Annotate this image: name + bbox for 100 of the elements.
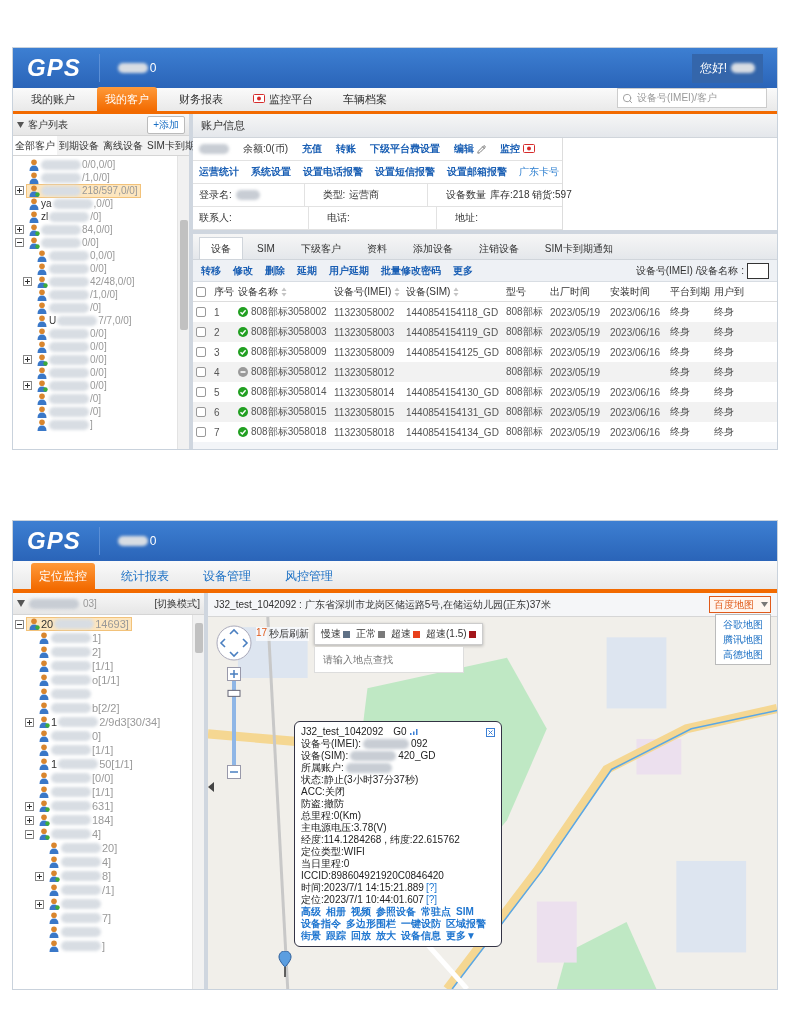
tree-node[interactable]: 218/597,0/0] bbox=[26, 183, 141, 198]
table-row[interactable]: 6 808部标3058015 11323058015 1440854154131_GD 808部标 2023/05/19 2023/06/16 终身 终身 bbox=[193, 402, 777, 422]
nav-tab[interactable]: 设备管理 bbox=[195, 563, 259, 589]
popup-action-link[interactable]: 区域报警 bbox=[446, 918, 486, 930]
nav-tab[interactable]: 统计报表 bbox=[113, 563, 177, 589]
collapse-icon[interactable] bbox=[15, 238, 24, 247]
tree-node[interactable]: 0/0] bbox=[34, 326, 110, 341]
popup-action-link[interactable]: 回放 bbox=[351, 930, 371, 942]
expand-icon[interactable] bbox=[15, 225, 24, 234]
action-link[interactable]: 更多 bbox=[453, 263, 473, 278]
action-link[interactable]: 转移 bbox=[201, 263, 221, 278]
checkbox[interactable] bbox=[196, 347, 206, 357]
tree-node[interactable]: [1/1] bbox=[36, 659, 117, 673]
expand-icon[interactable] bbox=[23, 355, 32, 364]
tree-node[interactable]: 1 50[1/1] bbox=[36, 757, 136, 771]
device-tab[interactable]: 下级客户 bbox=[288, 237, 353, 259]
settings-link[interactable]: 系统设置 bbox=[251, 165, 291, 179]
filter-tab[interactable]: 到期设备 bbox=[57, 136, 101, 155]
expand-icon[interactable] bbox=[25, 815, 34, 825]
popup-action-link[interactable]: 相册 bbox=[326, 906, 346, 918]
device-tab[interactable]: SIM bbox=[245, 237, 287, 259]
menu-item[interactable]: 高德地图 bbox=[716, 647, 770, 662]
nav-tab[interactable]: 定位监控 bbox=[31, 563, 95, 589]
tree-node[interactable]: 84,0/0] bbox=[26, 222, 116, 237]
tree-node[interactable]: b[2/2] bbox=[36, 701, 123, 715]
expand-icon[interactable] bbox=[35, 871, 44, 881]
map-marker-icon[interactable] bbox=[278, 951, 292, 977]
tree-node[interactable]: zl /0] bbox=[26, 209, 105, 224]
tree-node[interactable]: 4] bbox=[46, 855, 115, 869]
checkbox[interactable] bbox=[196, 407, 206, 417]
nav-tab[interactable]: 监控平台 bbox=[245, 87, 321, 111]
action-link[interactable]: 批量修改密码 bbox=[381, 263, 441, 278]
table-row[interactable]: 3 808部标3058009 11323058009 1440854154125_GD 808部标 2023/05/19 2023/06/16 终身 终身 bbox=[193, 342, 777, 362]
tree-node[interactable]: 7] bbox=[46, 911, 115, 925]
pan-control[interactable] bbox=[216, 625, 252, 661]
account-link[interactable]: 充值 bbox=[302, 142, 322, 156]
tree-node[interactable]: /1,0/0] bbox=[26, 170, 113, 185]
popup-action-link[interactable]: 多边形围栏 bbox=[346, 918, 396, 930]
account-link[interactable]: 编辑 bbox=[454, 142, 486, 156]
tree-node[interactable]: o[1/1] bbox=[36, 673, 123, 687]
expand-icon[interactable] bbox=[25, 717, 34, 727]
nav-tab[interactable]: 我的客户 bbox=[97, 87, 157, 111]
nav-tab[interactable]: 车辆档案 bbox=[335, 87, 395, 111]
checkbox[interactable] bbox=[196, 307, 206, 317]
tree-node[interactable]: 42/48,0/0] bbox=[34, 274, 138, 289]
collapse-arrow-icon[interactable] bbox=[208, 782, 214, 792]
map-type-select[interactable]: 百度地图 bbox=[709, 596, 771, 613]
add-button[interactable]: +添加 bbox=[147, 115, 185, 134]
menu-item[interactable]: 腾讯地图 bbox=[716, 632, 770, 647]
table-row[interactable]: 4 808部标3058012 11323058012 808部标 2023/05/19 终身 终身 bbox=[193, 362, 777, 382]
tree-node[interactable]: 0/0,0/0] bbox=[26, 157, 119, 172]
action-link[interactable]: 删除 bbox=[265, 263, 285, 278]
zoom-slider[interactable] bbox=[227, 667, 241, 779]
popup-action-link[interactable]: 常驻点 bbox=[421, 906, 451, 918]
caret-icon[interactable] bbox=[17, 121, 24, 128]
expand-icon[interactable] bbox=[35, 899, 44, 909]
help-link[interactable]: [?] bbox=[425, 894, 437, 906]
tree-node[interactable]: /0] bbox=[34, 391, 105, 406]
expand-icon[interactable] bbox=[23, 277, 32, 286]
popup-action-link[interactable]: 更多▼ bbox=[446, 930, 476, 942]
tree-node[interactable]: U 7/7,0/0] bbox=[34, 313, 135, 328]
popup-action-link[interactable]: 高级 bbox=[301, 906, 321, 918]
tree-node[interactable]: 0/0] bbox=[34, 339, 110, 354]
popup-action-link[interactable]: 放大 bbox=[376, 930, 396, 942]
popup-action-link[interactable]: 设备指令 bbox=[301, 918, 341, 930]
tree-node[interactable]: 0,0/0] bbox=[34, 248, 119, 263]
expand-icon[interactable] bbox=[15, 186, 24, 195]
collapse-icon[interactable] bbox=[25, 829, 34, 839]
action-link[interactable]: 修改 bbox=[233, 263, 253, 278]
popup-action-link[interactable]: 街景 bbox=[301, 930, 321, 942]
settings-link[interactable]: 设置电话报警 bbox=[303, 165, 363, 179]
checkbox[interactable] bbox=[196, 327, 206, 337]
caret-icon[interactable] bbox=[17, 600, 25, 607]
tree-node[interactable]: /0] bbox=[34, 300, 105, 315]
device-tab[interactable]: 资料 bbox=[354, 237, 399, 259]
switch-mode-link[interactable]: [切换模式] bbox=[154, 596, 200, 611]
table-row[interactable]: 2 808部标3058003 11323058003 1440854154119_GD 808部标 2023/05/19 2023/06/16 终身 终身 bbox=[193, 322, 777, 342]
popup-action-link[interactable]: 参照设备 bbox=[376, 906, 416, 918]
tree-node[interactable]: [0/0] bbox=[36, 771, 117, 785]
tree-node[interactable]: /1,0/0] bbox=[34, 287, 121, 302]
expand-icon[interactable] bbox=[23, 381, 32, 390]
table-row[interactable]: 5 808部标3058014 11323058014 1440854154130_GD 808部标 2023/05/19 2023/06/16 终身 终身 bbox=[193, 382, 777, 402]
settings-link[interactable]: 设置短信报警 bbox=[375, 165, 435, 179]
tree-node[interactable]: [1/1] bbox=[36, 785, 117, 799]
settings-link[interactable]: 设置邮箱报警 bbox=[447, 165, 507, 179]
help-link[interactable]: [?] bbox=[425, 882, 437, 894]
device-tab[interactable]: 添加设备 bbox=[400, 237, 465, 259]
search-field[interactable]: 设备号(IMEI)/客户 bbox=[617, 88, 767, 108]
popup-action-link[interactable]: 跟踪 bbox=[326, 930, 346, 942]
tree-node[interactable]: ] bbox=[46, 939, 109, 953]
filter-tab[interactable]: 离线设备 bbox=[101, 136, 145, 155]
account-link[interactable]: 转账 bbox=[336, 142, 356, 156]
tree-node[interactable]: ya ,0/0] bbox=[26, 196, 117, 211]
collapse-icon[interactable] bbox=[15, 619, 24, 629]
expand-icon[interactable] bbox=[25, 801, 34, 811]
nav-tab[interactable]: 我的账户 bbox=[23, 87, 83, 111]
device-search-field[interactable] bbox=[747, 262, 769, 279]
tree-node[interactable]: 0/0] bbox=[26, 235, 102, 250]
account-link[interactable]: 下级平台费设置 bbox=[370, 142, 440, 156]
tree-node[interactable]: 0/0] bbox=[34, 378, 110, 393]
